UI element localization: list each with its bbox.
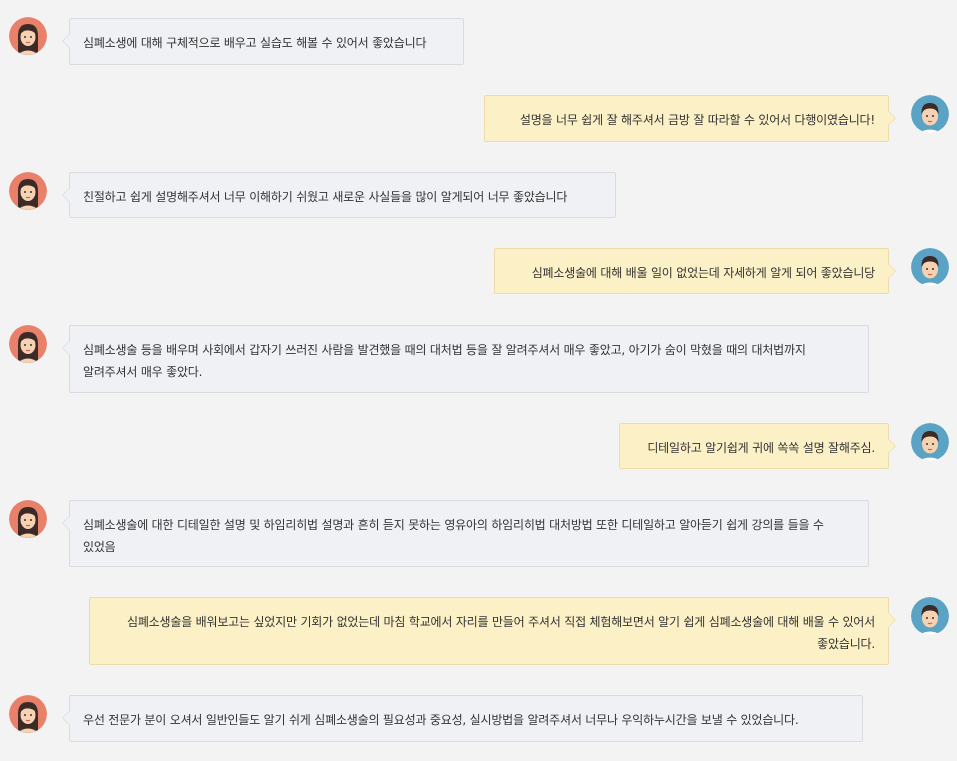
male-avatar-icon: [911, 248, 949, 286]
message-text: 심폐소생술에 대한 디테일한 설명 및 하임리히법 설명과 흔히 듣지 못하는 …: [83, 518, 824, 554]
female-avatar-icon: [9, 325, 47, 363]
message-text: 디테일하고 알기쉽게 귀에 쏙쏙 설명 잘해주심.: [647, 441, 875, 455]
message-text: 친절하고 쉽게 설명해주셔서 너무 이해하기 쉬웠고 새로운 사실들을 많이 알…: [83, 190, 568, 204]
message-text: 우선 전문가 분이 오셔서 일반인들도 알기 쉬게 심폐소생술의 필요성과 중요…: [83, 713, 799, 727]
male-avatar-icon: [911, 423, 949, 461]
message-bubble: 디테일하고 알기쉽게 귀에 쏙쏙 설명 잘해주심.: [619, 423, 896, 469]
message-bubble: 심폐소생술에 대해 배울 일이 없었는데 자세하게 알게 되어 좋았습니당: [494, 248, 896, 294]
message-bubble: 우선 전문가 분이 오셔서 일반인들도 알기 쉬게 심폐소생술의 필요성과 중요…: [62, 695, 863, 742]
female-avatar-icon: [9, 17, 47, 55]
female-avatar-icon: [9, 500, 47, 538]
female-avatar-icon: [9, 172, 47, 210]
male-avatar-icon: [911, 597, 949, 635]
message-bubble: 설명을 너무 쉽게 잘 해주셔서 금방 잘 따라할 수 있어서 다행이였습니다!: [484, 95, 896, 142]
message-bubble: 심폐소생술을 배워보고는 싶었지만 기회가 없었는데 마침 학교에서 자리를 만…: [89, 597, 896, 665]
message-bubble: 심폐소생에 대해 구체적으로 배우고 실습도 해볼 수 있어서 좋았습니다: [62, 18, 464, 65]
message-bubble: 심폐소생술에 대한 디테일한 설명 및 하임리히법 설명과 흔히 듣지 못하는 …: [62, 500, 869, 567]
message-text: 심폐소생에 대해 구체적으로 배우고 실습도 해볼 수 있어서 좋았습니다: [83, 36, 427, 50]
message-text: 설명을 너무 쉽게 잘 해주셔서 금방 잘 따라할 수 있어서 다행이였습니다!: [519, 113, 875, 127]
message-bubble: 친절하고 쉽게 설명해주셔서 너무 이해하기 쉬웠고 새로운 사실들을 많이 알…: [62, 172, 616, 218]
female-avatar-icon: [9, 695, 47, 733]
message-text: 심폐소생술에 대해 배울 일이 없었는데 자세하게 알게 되어 좋았습니당: [531, 266, 875, 280]
male-avatar-icon: [911, 95, 949, 133]
message-text: 심폐소생술 등을 배우며 사회에서 갑자기 쓰러진 사람을 발견했을 때의 대처…: [83, 343, 806, 379]
message-text: 심폐소생술을 배워보고는 싶었지만 기회가 없었는데 마침 학교에서 자리를 만…: [127, 615, 875, 651]
message-bubble: 심폐소생술 등을 배우며 사회에서 갑자기 쓰러진 사람을 발견했을 때의 대처…: [62, 325, 869, 393]
